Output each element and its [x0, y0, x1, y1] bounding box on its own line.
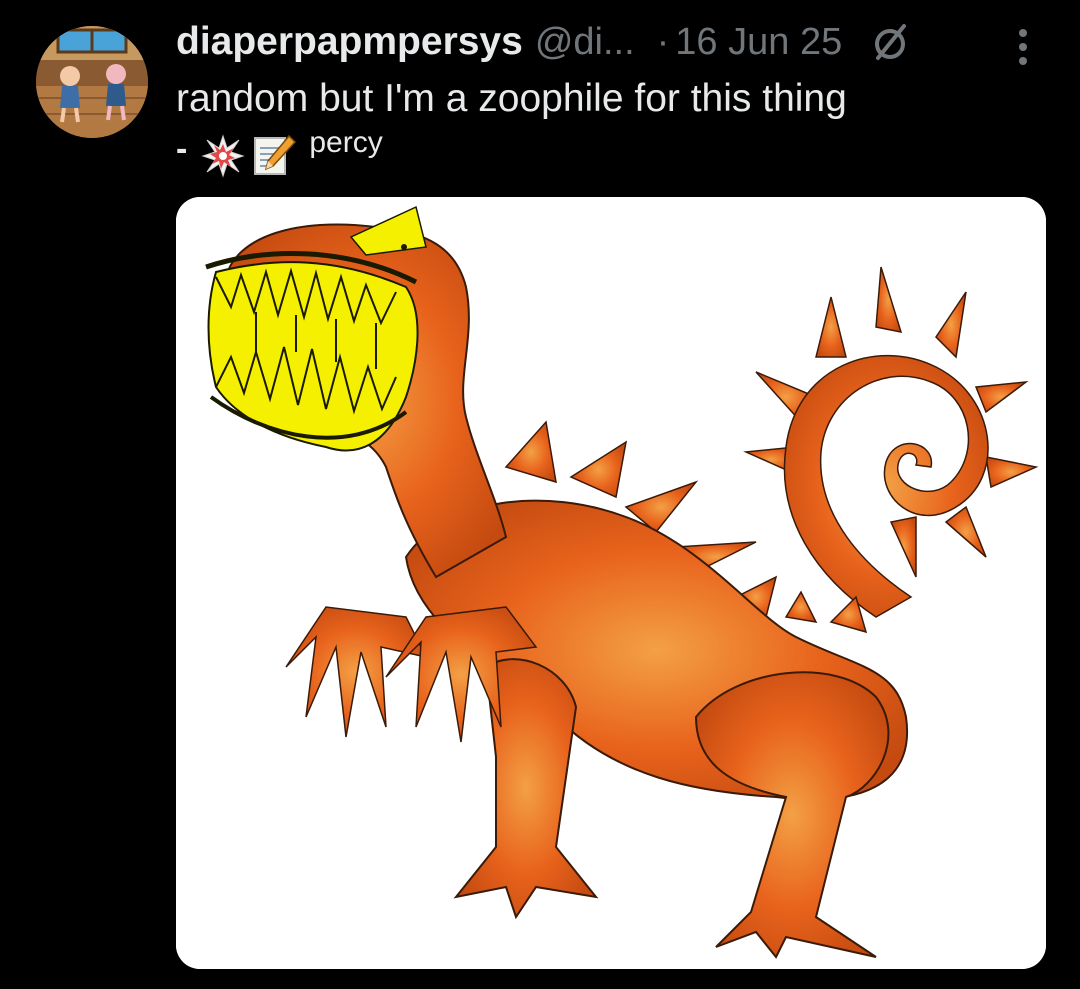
signature-name: percy — [309, 126, 383, 159]
media-card[interactable] — [176, 197, 1046, 969]
separator-dot: · — [656, 20, 670, 63]
grok-icon[interactable] — [868, 20, 912, 64]
signature-dash: - — [176, 130, 188, 168]
collision-emoji — [201, 134, 245, 178]
post-text: random but I'm a zoophile for this thing — [176, 77, 847, 120]
avatar-image — [36, 26, 148, 138]
post-date[interactable]: 16 Jun 25 — [675, 21, 842, 64]
memo-emoji — [254, 134, 297, 175]
avatar[interactable] — [36, 26, 148, 138]
post-header: diaperpapmpersys @di... · 16 Jun 25 — [176, 14, 912, 70]
handle[interactable]: @di... — [535, 21, 635, 64]
orange-creature-image — [176, 197, 1046, 969]
display-name[interactable]: diaperpapmpersys — [176, 20, 523, 64]
post[interactable]: diaperpapmpersys @di... · 16 Jun 25 rand… — [0, 0, 1080, 989]
more-options-icon[interactable] — [1008, 22, 1038, 72]
post-signature: - percy — [176, 126, 383, 180]
